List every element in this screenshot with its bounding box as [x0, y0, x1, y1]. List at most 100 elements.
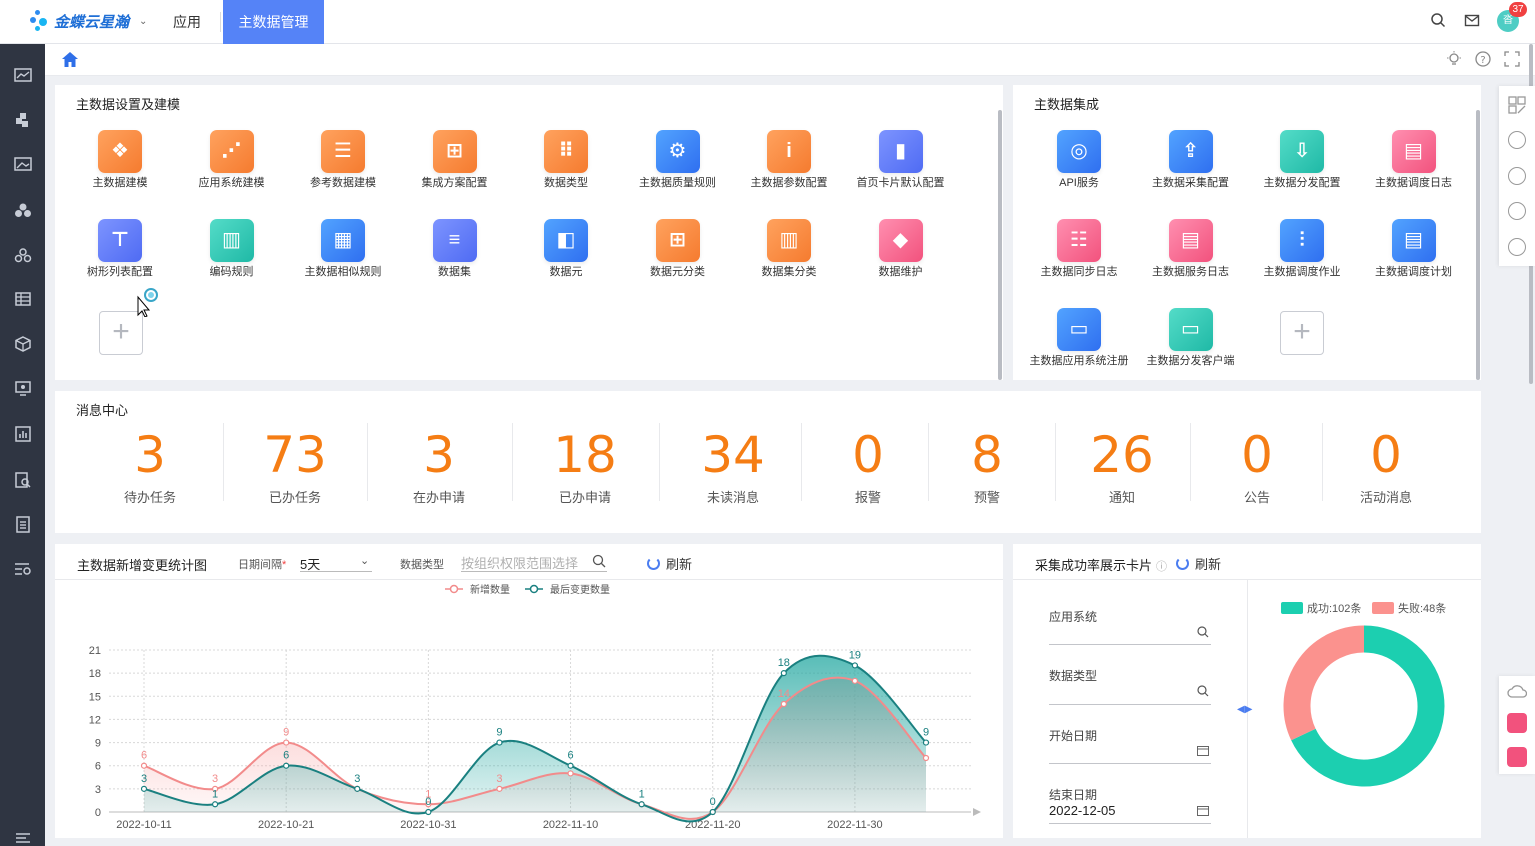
message-stat[interactable]: 34 未读消息 [683, 430, 783, 506]
add-tile-button[interactable]: + [99, 311, 143, 355]
swap-icon[interactable] [1508, 167, 1526, 185]
datatype-input[interactable]: 按组织权限范围选择 [461, 553, 578, 572]
refresh-button[interactable]: 刷新 [1176, 554, 1221, 573]
refresh-icon[interactable] [1508, 202, 1526, 220]
message-divider [1054, 423, 1056, 501]
brand-logo[interactable]: 金蝶云星瀚 ⌄ [30, 8, 147, 34]
tile-gear[interactable]: ⚙ 主数据质量规则 [623, 130, 733, 210]
end-date-value[interactable]: 2022-12-05 [1049, 803, 1116, 818]
tile-log[interactable]: ▤ 主数据调度日志 [1359, 130, 1469, 210]
tile-label: 主数据调度计划 [1375, 266, 1452, 278]
refresh-button[interactable]: 刷新 [647, 554, 692, 573]
start-date-input[interactable] [1049, 763, 1211, 764]
message-stat[interactable]: 18 已办申请 [535, 430, 635, 506]
message-stat[interactable]: 0 公告 [1207, 430, 1307, 506]
tile-download[interactable]: ⇩ 主数据分发配置 [1247, 130, 1357, 210]
tile-upload[interactable]: ⇪ 主数据采集配置 [1136, 130, 1246, 210]
grid-table-icon[interactable] [13, 292, 32, 311]
report-icon[interactable] [13, 426, 32, 445]
message-stat[interactable]: 3 待办任务 [100, 430, 200, 506]
history-icon[interactable] [1508, 131, 1526, 149]
tile-list[interactable]: ≡ 数据集 [400, 219, 510, 299]
message-stat[interactable]: 8 预警 [937, 426, 1037, 506]
search-icon[interactable] [1429, 12, 1447, 30]
cursor-icon [137, 288, 158, 317]
cube-icon[interactable] [13, 336, 32, 355]
tile-network[interactable]: ⋰ 应用系统建模 [177, 130, 287, 210]
search-icon[interactable] [1197, 685, 1209, 700]
data-label: 19 [849, 649, 861, 661]
cluster-icon[interactable] [13, 202, 32, 221]
message-stat[interactable]: 3 在办申请 [389, 430, 489, 506]
app-shortcut-icon[interactable] [1507, 747, 1527, 767]
app-system-input[interactable] [1049, 644, 1211, 645]
tile-api[interactable]: ◎ API服务 [1024, 130, 1134, 210]
avatar-text: 沓 [1503, 15, 1513, 26]
fullscreen-icon[interactable] [1504, 51, 1520, 70]
document-list-icon[interactable] [13, 516, 32, 535]
gear-icon: ⚙ [655, 130, 700, 173]
tile-server[interactable]: ☷ 主数据同步日志 [1024, 219, 1134, 299]
end-date-input[interactable] [1049, 823, 1211, 824]
list-icon: ≡ [432, 219, 477, 262]
puzzle-icon[interactable] [13, 112, 32, 131]
end-date-label: 结束日期 [1049, 788, 1098, 802]
tile-clipboard[interactable]: ▤ 主数据服务日志 [1136, 219, 1246, 299]
nav-apps[interactable]: 应用 [158, 0, 216, 44]
chevron-down-icon[interactable]: ⌄ [139, 16, 147, 27]
search-icon[interactable] [1197, 626, 1209, 641]
avatar[interactable]: 沓 37 [1497, 2, 1527, 32]
message-stat[interactable]: 0 报警 [818, 430, 918, 506]
tile-cubes[interactable]: ❖ 主数据建模 [65, 130, 175, 210]
nav-master-data[interactable]: 主数据管理 [223, 0, 324, 44]
data-label: 9 [283, 727, 289, 739]
integration-title: 主数据集成 [1034, 97, 1100, 112]
data-label: 9 [496, 727, 502, 739]
tile-books[interactable]: ▥ 数据集分类 [734, 219, 844, 299]
tile-planner[interactable]: ▤ 主数据调度计划 [1359, 219, 1469, 299]
calendar-icon[interactable] [1197, 745, 1209, 759]
bulb-icon[interactable] [1446, 51, 1462, 70]
mail-icon[interactable] [1463, 12, 1481, 30]
app-shortcut-icon[interactable] [1507, 713, 1527, 733]
tile-document[interactable]: ☰ 参考数据建模 [288, 130, 398, 210]
message-stat[interactable]: 26 通知 [1072, 430, 1172, 506]
message-count: 8 [971, 426, 1003, 484]
cluster-outline-icon[interactable] [13, 247, 32, 266]
chevron-down-icon[interactable]: ⌄ [360, 554, 369, 567]
tile-card[interactable]: ▮ 首页卡片默认配置 [846, 130, 956, 210]
search-icon[interactable] [592, 554, 606, 571]
scrollbar[interactable] [998, 110, 1002, 380]
tile-book[interactable]: i 主数据参数配置 [734, 130, 844, 210]
tile-hierarchy[interactable]: ⊞ 集成方案配置 [400, 130, 510, 210]
image-icon[interactable] [13, 157, 32, 176]
tile-hierarchy[interactable]: ⊞ 数据元分类 [623, 219, 733, 299]
dashboard-icon[interactable] [13, 68, 32, 87]
clipboard-search-icon[interactable] [13, 471, 32, 490]
tile-desktop[interactable]: ▭ 主数据分发客户端 [1136, 308, 1246, 388]
tile-dots-grid[interactable]: ⠿ 数据类型 [511, 130, 621, 210]
tile-monitor[interactable]: ▭ 主数据应用系统注册 [1024, 308, 1134, 388]
message-stat[interactable]: 73 已办任务 [245, 430, 345, 506]
tile-label: 数据集分类 [761, 266, 817, 278]
tile-barcode[interactable]: ▥ 编码规则 [177, 219, 287, 299]
cloud-icon[interactable] [1507, 684, 1528, 701]
help-icon[interactable]: ? [1475, 51, 1491, 70]
calendar-icon[interactable] [1197, 805, 1209, 819]
settings-list-icon[interactable] [13, 561, 32, 580]
menu-collapse-icon[interactable] [13, 830, 32, 846]
message-stat[interactable]: 0 活动消息 [1336, 430, 1436, 506]
message-label: 已办任务 [268, 490, 321, 505]
edit-grid-icon[interactable] [1508, 96, 1526, 117]
star-icon[interactable] [1508, 238, 1526, 256]
tile-shapes[interactable]: ◆ 数据维护 [846, 219, 956, 299]
tile-ruler[interactable]: ◧ 数据元 [511, 219, 621, 299]
tile-table[interactable]: ▦ 主数据相似规则 [288, 219, 398, 299]
monitor-icon[interactable] [13, 381, 32, 400]
notification-badge: 37 [1509, 2, 1527, 17]
scrollbar[interactable] [1476, 110, 1480, 380]
add-tile-button[interactable]: + [1280, 311, 1324, 355]
data-type-input[interactable] [1049, 704, 1211, 705]
tile-sliders[interactable]: ⫶ 主数据调度作业 [1247, 219, 1357, 299]
home-icon[interactable] [62, 52, 78, 67]
